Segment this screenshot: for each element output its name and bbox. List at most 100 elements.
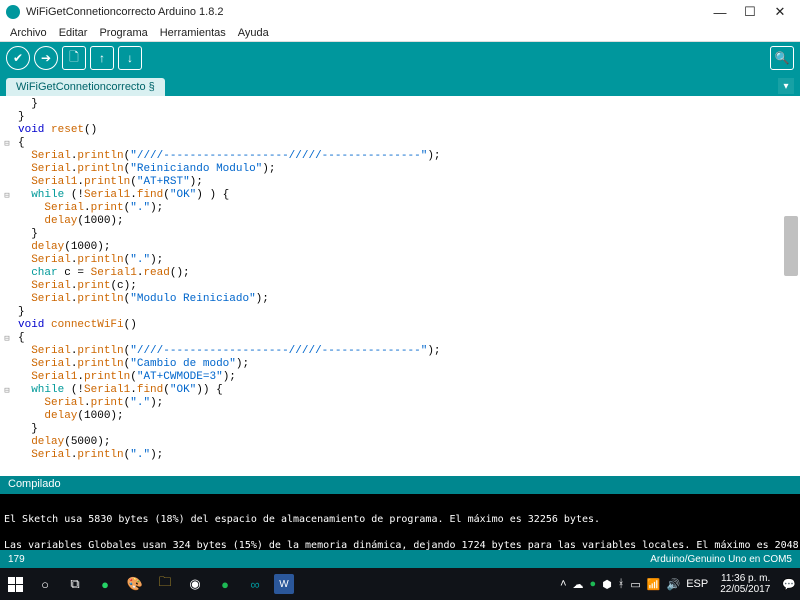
verify-button[interactable]: ✔ xyxy=(6,46,30,70)
menu-herramientas[interactable]: Herramientas xyxy=(156,27,230,39)
arrow-down-icon: ↓ xyxy=(127,51,133,65)
fold-marker xyxy=(0,449,14,462)
tray-bluetooth-icon[interactable]: ᚼ xyxy=(618,578,625,590)
code-line: Serial.println("////-------------------/… xyxy=(18,150,796,163)
file-explorer-icon[interactable]: 🗀 xyxy=(154,573,176,595)
close-button[interactable]: ✕ xyxy=(774,6,786,18)
clock-time: 11:36 p. m. xyxy=(720,573,770,584)
chevron-down-icon: ▾ xyxy=(783,81,788,92)
open-button[interactable]: ↑ xyxy=(90,46,114,70)
fold-marker xyxy=(0,371,14,384)
fold-marker xyxy=(0,150,14,163)
fold-marker xyxy=(0,423,14,436)
maximize-button[interactable]: ☐ xyxy=(744,6,756,18)
scrollbar-vertical[interactable] xyxy=(784,216,798,276)
fold-marker xyxy=(0,176,14,189)
arduino-app-icon xyxy=(6,5,20,19)
fold-marker xyxy=(0,345,14,358)
minimize-button[interactable]: — xyxy=(714,6,726,18)
status-board: Arduino/Genuino Uno en COM5 xyxy=(650,554,792,565)
save-button[interactable]: ↓ xyxy=(118,46,142,70)
code-line: Serial1.println("AT+CWMODE=3"); xyxy=(18,371,796,384)
tray-battery-icon[interactable]: ▭ xyxy=(630,578,640,591)
tab-menu-button[interactable]: ▾ xyxy=(778,78,794,94)
fold-marker xyxy=(0,397,14,410)
tray-spotify-icon[interactable]: ● xyxy=(590,578,597,590)
code-line: delay(1000); xyxy=(18,410,796,423)
fold-marker xyxy=(0,228,14,241)
menu-ayuda[interactable]: Ayuda xyxy=(234,27,273,39)
arrow-up-icon: ↑ xyxy=(99,51,105,65)
fold-marker xyxy=(0,215,14,228)
code-line: } xyxy=(18,228,796,241)
menu-editar[interactable]: Editar xyxy=(55,27,92,39)
fold-marker[interactable]: ⊟ xyxy=(0,137,14,150)
tray-wifi-icon[interactable]: 📶 xyxy=(647,578,661,591)
fold-marker[interactable]: ⊟ xyxy=(0,332,14,345)
code-line: delay(5000); xyxy=(18,436,796,449)
file-icon: 🗋 xyxy=(69,48,79,69)
code-line: Serial.println("Modulo Reiniciado"); xyxy=(18,293,796,306)
tray-chevron-up-icon[interactable]: ˄ xyxy=(560,578,566,590)
toolbar: ✔ ➔ 🗋 ↑ ↓ 🔍 xyxy=(0,42,800,74)
fold-marker xyxy=(0,306,14,319)
fold-marker xyxy=(0,319,14,332)
windows-logo-icon xyxy=(8,577,23,592)
tab-active[interactable]: WiFiGetConnetioncorrecto § xyxy=(6,78,165,96)
menu-bar: Archivo Editar Programa Herramientas Ayu… xyxy=(0,24,800,42)
fold-marker xyxy=(0,267,14,280)
taskbar-clock[interactable]: 11:36 p. m. 22/05/2017 xyxy=(714,573,776,595)
start-button[interactable] xyxy=(4,573,26,595)
fold-marker xyxy=(0,358,14,371)
compile-status: Compilado xyxy=(0,476,800,494)
fold-marker xyxy=(0,410,14,423)
status-line-number: 179 xyxy=(8,554,25,565)
arrow-right-icon: ➔ xyxy=(41,51,51,65)
windows-taskbar: ○ ⧉ ● 🎨 🗀 ◉ ● ∞ W ˄ ☁ ● ⬢ ᚼ ▭ 📶 🔊 ESP 11… xyxy=(0,568,800,600)
code-line: } xyxy=(18,306,796,319)
whatsapp-icon[interactable]: ● xyxy=(94,573,116,595)
fold-marker xyxy=(0,241,14,254)
new-button[interactable]: 🗋 xyxy=(62,46,86,70)
fold-marker[interactable]: ⊟ xyxy=(0,384,14,397)
code-line: { xyxy=(18,137,796,150)
app-icon-1[interactable]: 🎨 xyxy=(124,573,146,595)
tray-onedrive-icon[interactable]: ☁ xyxy=(573,578,584,591)
fold-marker xyxy=(0,280,14,293)
status-bar: 179 Arduino/Genuino Uno en COM5 xyxy=(0,550,800,568)
cortana-icon[interactable]: ○ xyxy=(34,573,56,595)
chrome-icon[interactable]: ◉ xyxy=(184,573,206,595)
code-area[interactable]: }}void reset(){ Serial.println("////----… xyxy=(14,96,800,476)
code-line: Serial.println("Cambio de modo"); xyxy=(18,358,796,371)
code-editor[interactable]: ⊟⊟⊟⊟ }}void reset(){ Serial.println("///… xyxy=(0,96,800,476)
tray-lang[interactable]: ESP xyxy=(686,578,708,590)
serial-monitor-button[interactable]: 🔍 xyxy=(770,46,794,70)
spotify-icon[interactable]: ● xyxy=(214,573,236,595)
tray-volume-icon[interactable]: 🔊 xyxy=(667,578,681,591)
menu-programa[interactable]: Programa xyxy=(95,27,151,39)
console-output[interactable]: El Sketch usa 5830 bytes (18%) del espac… xyxy=(0,494,800,550)
tray-shield-icon[interactable]: ⬢ xyxy=(602,578,612,591)
task-view-icon[interactable]: ⧉ xyxy=(64,573,86,595)
arduino-taskbar-icon[interactable]: ∞ xyxy=(244,573,266,595)
code-line: void connectWiFi() xyxy=(18,319,796,332)
fold-marker xyxy=(0,202,14,215)
code-line: void reset() xyxy=(18,124,796,137)
code-line: { xyxy=(18,332,796,345)
word-icon[interactable]: W xyxy=(274,574,294,594)
code-line: delay(1000); xyxy=(18,215,796,228)
code-line: Serial.println("////-------------------/… xyxy=(18,345,796,358)
code-line: while (!Serial1.find("OK") ) { xyxy=(18,189,796,202)
fold-marker xyxy=(0,436,14,449)
fold-marker[interactable]: ⊟ xyxy=(0,189,14,202)
magnifier-icon: 🔍 xyxy=(775,51,790,65)
menu-archivo[interactable]: Archivo xyxy=(6,27,51,39)
code-line: } xyxy=(18,98,796,111)
fold-marker xyxy=(0,293,14,306)
upload-button[interactable]: ➔ xyxy=(34,46,58,70)
notification-icon[interactable]: 💬 xyxy=(782,578,796,591)
fold-marker xyxy=(0,163,14,176)
editor-gutter: ⊟ ⊟ ⊟ ⊟ xyxy=(0,96,14,476)
code-line: while (!Serial1.find("OK")) { xyxy=(18,384,796,397)
code-line: } xyxy=(18,423,796,436)
